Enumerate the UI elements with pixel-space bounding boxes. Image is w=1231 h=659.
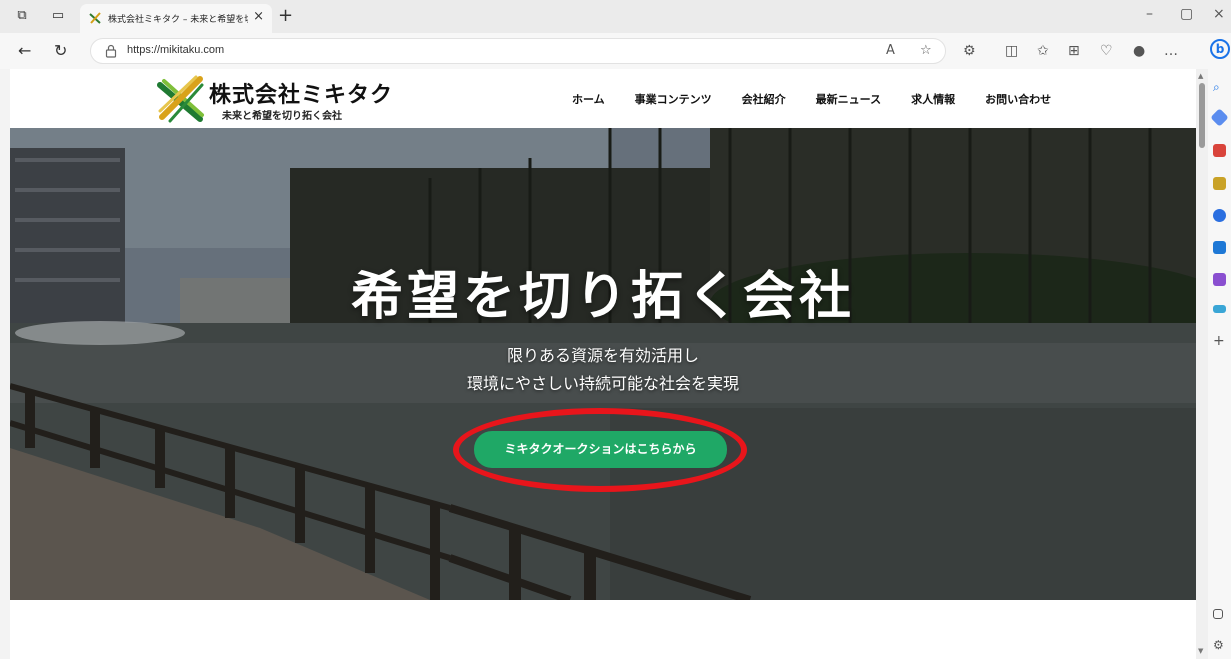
- logo-name[interactable]: 株式会社ミキタク: [209, 77, 393, 109]
- menu-item-business[interactable]: 事業コンテンツ: [635, 91, 712, 107]
- tools-icon[interactable]: [1213, 144, 1226, 157]
- scroll-up-icon[interactable]: ▲: [1198, 72, 1203, 80]
- menu-item-jobs[interactable]: 求人情報: [911, 91, 955, 107]
- new-tab-icon[interactable]: +: [278, 5, 293, 26]
- back-icon[interactable]: ←: [18, 42, 31, 60]
- shopping-icon[interactable]: [1210, 108, 1229, 127]
- hero-subtitle-line1: 限りある資源を有効活用し: [506, 346, 699, 365]
- lock-icon: [105, 44, 117, 58]
- read-aloud-icon[interactable]: A: [886, 43, 895, 58]
- outlook-icon[interactable]: [1213, 241, 1226, 254]
- close-window-icon[interactable]: ×: [1213, 6, 1225, 22]
- close-tab-icon[interactable]: ×: [253, 9, 264, 24]
- menu-item-company[interactable]: 会社紹介: [742, 91, 786, 107]
- collections-icon[interactable]: ⊞: [1068, 42, 1080, 60]
- designer-icon[interactable]: [1213, 273, 1226, 286]
- search-icon[interactable]: ⌕: [1213, 80, 1226, 94]
- tab-actions-icon[interactable]: ▭: [50, 8, 66, 24]
- main-menu: ホーム 事業コンテンツ 会社紹介 最新ニュース 求人情報 お問い合わせ: [572, 91, 1081, 107]
- below-hero-area: [10, 600, 1196, 659]
- web-page: 株式会社ミキタク 未来と希望を切り拓く会社 ホーム 事業コンテンツ 会社紹介 最…: [10, 69, 1196, 659]
- scroll-down-icon[interactable]: ▼: [1198, 647, 1203, 655]
- drop-icon[interactable]: [1213, 305, 1226, 313]
- restore-icon[interactable]: ▢: [1180, 6, 1193, 22]
- site-header: 株式会社ミキタク 未来と希望を切り拓く会社 ホーム 事業コンテンツ 会社紹介 最…: [10, 69, 1196, 128]
- workspaces-icon[interactable]: ⧉: [14, 8, 30, 24]
- menu-item-contact[interactable]: お問い合わせ: [985, 91, 1051, 107]
- minimize-icon[interactable]: –: [1146, 6, 1153, 22]
- logo-tagline: 未来と希望を切り拓く会社: [222, 111, 342, 122]
- bing-icon[interactable]: b: [1210, 39, 1230, 59]
- address-bar[interactable]: https://mikitaku.com A ☆: [90, 38, 946, 64]
- more-icon[interactable]: …: [1164, 42, 1178, 60]
- url-text: https://mikitaku.com: [127, 44, 225, 56]
- page-scrollbar[interactable]: ▲ ▼: [1196, 69, 1208, 659]
- hero-title: 希望を切り拓く会社: [350, 267, 855, 327]
- add-sidebar-app-icon[interactable]: +: [1213, 334, 1226, 348]
- logo-icon: [157, 75, 204, 123]
- browser-essentials-icon[interactable]: ♡: [1100, 42, 1113, 60]
- games-icon[interactable]: [1213, 177, 1226, 190]
- menu-item-news[interactable]: 最新ニュース: [816, 91, 881, 107]
- browser-titlebar: ⧉ ▭ 株式会社ミキタク – 未来と希望を切 × + – ▢ ×: [0, 0, 1231, 33]
- hero-subtitle-line2: 環境にやさしい持続可能な社会を実現: [466, 374, 739, 393]
- scroll-thumb[interactable]: [1199, 83, 1205, 148]
- browser-tab[interactable]: 株式会社ミキタク – 未来と希望を切 ×: [80, 4, 272, 33]
- favorites-icon[interactable]: ✩: [1037, 42, 1049, 60]
- profile-icon[interactable]: ●: [1133, 42, 1145, 60]
- tab-title: 株式会社ミキタク – 未来と希望を切: [108, 15, 248, 25]
- extensions-icon[interactable]: ⚙: [963, 42, 976, 60]
- site-favicon-icon: [89, 12, 101, 24]
- settings-gear-icon[interactable]: ⚙: [1213, 639, 1226, 652]
- office-icon[interactable]: [1213, 209, 1226, 222]
- edge-sidebar: ⌕ + ⚙: [1208, 69, 1231, 659]
- auction-cta-button[interactable]: ミキタクオークションはこちらから: [474, 431, 727, 468]
- hero-section: 希望を切り拓く会社 限りある資源を有効活用し 環境にやさしい持続可能な社会を実現…: [10, 128, 1196, 600]
- browser-toolbar: ← ↻ https://mikitaku.com A ☆ ⚙ ◫ ✩ ⊞ ♡ ●…: [0, 33, 1231, 69]
- refresh-icon[interactable]: ↻: [54, 42, 67, 60]
- sidebar-layout-icon[interactable]: [1213, 609, 1223, 619]
- favorite-icon[interactable]: ☆: [920, 43, 932, 58]
- split-screen-icon[interactable]: ◫: [1005, 42, 1018, 60]
- menu-item-home[interactable]: ホーム: [572, 91, 605, 107]
